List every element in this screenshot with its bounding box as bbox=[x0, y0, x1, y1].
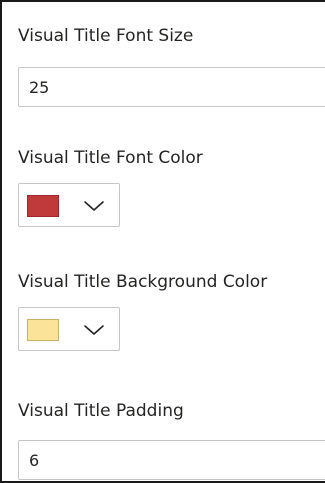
background-color-swatch bbox=[27, 319, 59, 341]
font-size-label: Visual Title Font Size bbox=[18, 26, 194, 46]
font-color-swatch bbox=[27, 195, 59, 217]
font-color-picker[interactable] bbox=[18, 183, 120, 227]
padding-label: Visual Title Padding bbox=[18, 401, 184, 421]
padding-input[interactable] bbox=[18, 440, 325, 480]
background-color-picker[interactable] bbox=[18, 307, 120, 351]
chevron-down-icon bbox=[84, 325, 104, 335]
format-pane: Visual Title Font Size Visual Title Font… bbox=[0, 0, 325, 483]
background-color-label: Visual Title Background Color bbox=[18, 272, 268, 292]
font-color-label: Visual Title Font Color bbox=[18, 148, 203, 168]
chevron-down-icon bbox=[84, 201, 104, 211]
font-size-input[interactable] bbox=[18, 67, 325, 107]
